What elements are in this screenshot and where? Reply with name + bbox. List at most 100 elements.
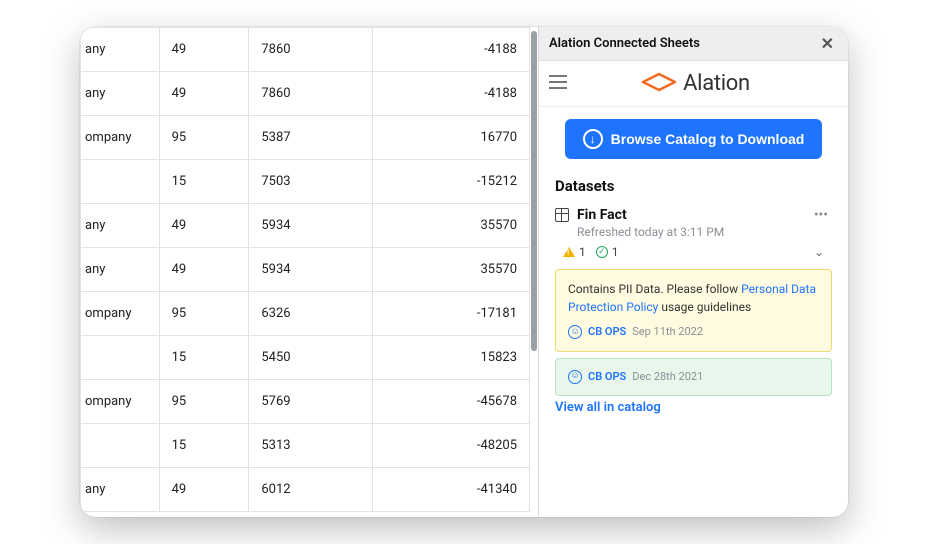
cell[interactable]: 7860 — [249, 28, 372, 72]
warning-icon — [563, 247, 575, 257]
user-icon: ☺ — [568, 325, 582, 339]
cell[interactable]: ompany — [81, 380, 160, 424]
cell[interactable]: 35570 — [372, 204, 529, 248]
cell[interactable]: 7503 — [249, 160, 372, 204]
cell[interactable]: ompany — [81, 116, 160, 160]
dataset-title-group: Fin Fact — [555, 207, 627, 223]
cell[interactable]: 35570 — [372, 248, 529, 292]
cell[interactable]: 6326 — [249, 292, 372, 336]
cell[interactable]: 5313 — [249, 424, 372, 468]
table-row[interactable]: any49593435570 — [81, 248, 530, 292]
cell[interactable]: -41340 — [372, 468, 529, 512]
cell[interactable]: 15 — [159, 160, 249, 204]
close-icon[interactable]: ✕ — [817, 34, 838, 54]
spreadsheet-grid[interactable]: any497860-4188any497860-4188ompany955387… — [80, 27, 530, 517]
dataset-refreshed: Refreshed today at 3:11 PM — [577, 225, 832, 239]
browse-catalog-label: Browse Catalog to Download — [611, 131, 805, 147]
app-frame: any497860-4188any497860-4188ompany955387… — [80, 27, 848, 517]
cell[interactable]: 49 — [159, 72, 249, 116]
panel-titlebar: Alation Connected Sheets ✕ — [539, 27, 848, 61]
table-row[interactable]: any496012-41340 — [81, 468, 530, 512]
cell[interactable]: 5934 — [249, 248, 372, 292]
datasets-heading: Datasets — [555, 177, 832, 195]
dataset-header: Fin Fact ••• — [555, 207, 832, 223]
warning-meta: ☺ CB OPS Sep 11th 2022 — [568, 324, 819, 341]
brand-logo: Alation — [577, 71, 838, 96]
cell[interactable] — [81, 160, 160, 204]
spreadsheet-scrollbar[interactable] — [530, 27, 538, 517]
cell[interactable] — [81, 336, 160, 380]
cell[interactable]: ompany — [81, 292, 160, 336]
table-row[interactable]: any49593435570 — [81, 204, 530, 248]
cell[interactable]: -4188 — [372, 28, 529, 72]
ok-count: 1 — [612, 245, 619, 259]
dataset-menu-icon[interactable]: ••• — [810, 207, 832, 223]
table-row[interactable]: ompany956326-17181 — [81, 292, 530, 336]
cell[interactable]: 7860 — [249, 72, 372, 116]
cell[interactable] — [81, 424, 160, 468]
cell[interactable]: 49 — [159, 248, 249, 292]
table-row[interactable]: 157503-15212 — [81, 160, 530, 204]
cell[interactable]: any — [81, 248, 160, 292]
ok-count-group: ✓ 1 — [596, 245, 619, 259]
cell[interactable]: -45678 — [372, 380, 529, 424]
cell[interactable]: 49 — [159, 204, 249, 248]
success-user[interactable]: CB OPS — [588, 369, 626, 386]
side-panel: Alation Connected Sheets ✕ Alation ↓ Bro… — [538, 27, 848, 517]
alation-mark-icon — [641, 72, 677, 96]
cell[interactable]: 15823 — [372, 336, 529, 380]
cell[interactable]: 5934 — [249, 204, 372, 248]
cell[interactable]: 49 — [159, 28, 249, 72]
cell[interactable]: 6012 — [249, 468, 372, 512]
dataset-status-row[interactable]: 1 ✓ 1 ⌄ — [555, 239, 832, 265]
cell[interactable]: 95 — [159, 380, 249, 424]
success-icon: ✓ — [596, 246, 608, 258]
cell[interactable]: 5450 — [249, 336, 372, 380]
chevron-down-icon[interactable]: ⌄ — [814, 245, 824, 259]
dataset-name: Fin Fact — [577, 207, 627, 223]
cell[interactable]: any — [81, 204, 160, 248]
success-date: Dec 28th 2021 — [632, 369, 703, 386]
cell[interactable]: 95 — [159, 292, 249, 336]
view-all-in-catalog-link[interactable]: View all in catalog — [555, 400, 661, 415]
hamburger-icon[interactable] — [549, 74, 567, 93]
cell[interactable]: 16770 — [372, 116, 529, 160]
browse-catalog-button[interactable]: ↓ Browse Catalog to Download — [565, 119, 823, 159]
warning-date: Sep 11th 2022 — [632, 324, 703, 341]
cell[interactable]: 15 — [159, 424, 249, 468]
user-icon: ☺ — [568, 370, 582, 384]
scrollbar-thumb[interactable] — [531, 31, 537, 351]
table-icon — [555, 208, 569, 222]
cell[interactable]: 95 — [159, 116, 249, 160]
table-row[interactable]: any497860-4188 — [81, 72, 530, 116]
cell[interactable]: 15 — [159, 336, 249, 380]
warn-count: 1 — [579, 245, 586, 259]
table-row[interactable]: 155313-48205 — [81, 424, 530, 468]
warning-text-before: Contains PII Data. Please follow — [568, 282, 741, 296]
success-meta: ☺ CB OPS Dec 28th 2021 — [568, 369, 819, 386]
table-row[interactable]: 15545015823 — [81, 336, 530, 380]
cell[interactable]: 5769 — [249, 380, 372, 424]
cell[interactable]: -48205 — [372, 424, 529, 468]
spreadsheet-pane: any497860-4188any497860-4188ompany955387… — [80, 27, 538, 517]
panel-brandbar: Alation — [539, 61, 848, 107]
warning-user[interactable]: CB OPS — [588, 324, 626, 341]
cell[interactable]: 49 — [159, 468, 249, 512]
table-row[interactable]: ompany955769-45678 — [81, 380, 530, 424]
panel-body: ↓ Browse Catalog to Download Datasets Fi… — [539, 107, 848, 423]
spreadsheet-table: any497860-4188any497860-4188ompany955387… — [80, 27, 530, 512]
panel-title: Alation Connected Sheets — [549, 36, 700, 51]
cell[interactable]: any — [81, 72, 160, 116]
warn-count-group: 1 — [563, 245, 586, 259]
cell[interactable]: 5387 — [249, 116, 372, 160]
warning-text-after: usage guidelines — [658, 300, 751, 314]
cell[interactable]: -15212 — [372, 160, 529, 204]
download-icon: ↓ — [583, 129, 603, 149]
cell[interactable]: any — [81, 468, 160, 512]
table-row[interactable]: ompany95538716770 — [81, 116, 530, 160]
warning-alert: Contains PII Data. Please follow Persona… — [555, 269, 832, 352]
cell[interactable]: -17181 — [372, 292, 529, 336]
cell[interactable]: any — [81, 28, 160, 72]
cell[interactable]: -4188 — [372, 72, 529, 116]
table-row[interactable]: any497860-4188 — [81, 28, 530, 72]
